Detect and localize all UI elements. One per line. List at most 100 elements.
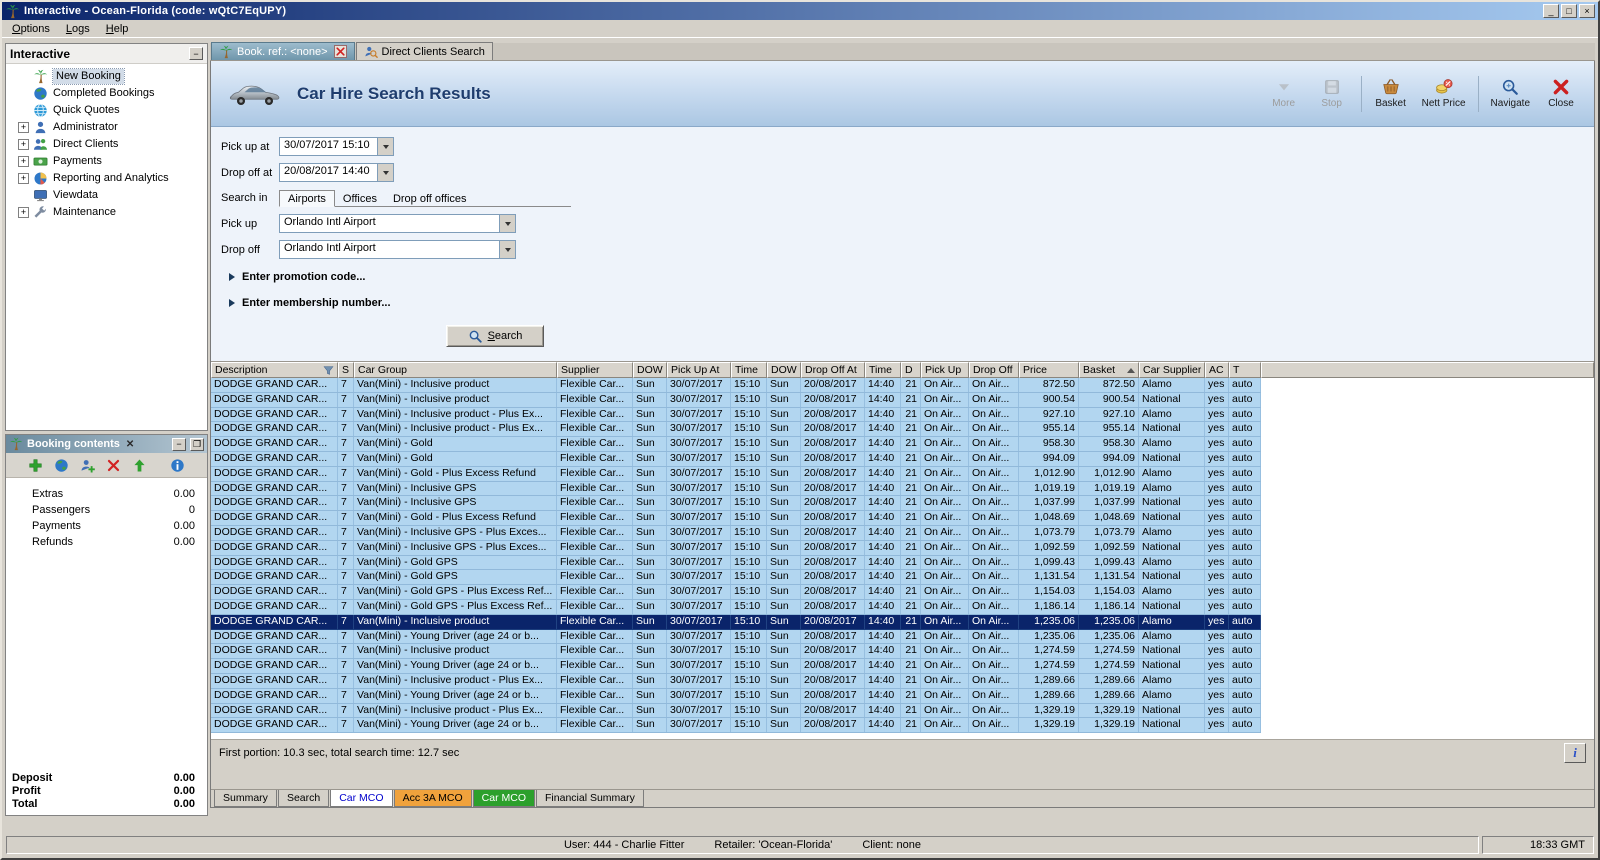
column-header-price[interactable]: Price — [1019, 362, 1079, 378]
sidebar-item-direct-clients[interactable]: + Direct Clients — [6, 136, 207, 153]
search-in-tab-offices[interactable]: Offices — [335, 191, 385, 206]
column-header-dow[interactable]: DOW — [633, 362, 667, 378]
table-row[interactable]: DODGE GRAND CAR... 7 Van(Mini) - Young Dri… — [211, 659, 1261, 674]
bottom-tab-car-mco[interactable]: Car MCO — [330, 790, 393, 807]
bottom-tab-summary[interactable]: Summary — [214, 790, 277, 807]
table-row[interactable]: DODGE GRAND CAR... 7 Van(Mini) - Inclusive… — [211, 703, 1261, 719]
collapse-panel-button[interactable]: − — [189, 47, 203, 60]
menu-item-help[interactable]: Help — [98, 21, 137, 37]
table-row[interactable]: DODGE GRAND CAR... 7 Van(Mini) - Young Dri… — [211, 629, 1261, 645]
dropoff-at-combo[interactable]: 20/08/2017 14:40 — [279, 163, 394, 182]
tab-close-icon[interactable] — [333, 45, 347, 58]
table-row[interactable]: DODGE GRAND CAR... 7 Van(Mini) - Inclusive… — [211, 525, 1261, 541]
expand-icon[interactable]: + — [18, 173, 29, 184]
table-row[interactable]: DODGE GRAND CAR... 7 Van(Mini) - Gold Flexi… — [211, 451, 1261, 467]
bottom-tab-search[interactable]: Search — [277, 790, 330, 807]
column-header-time[interactable]: Time — [731, 362, 767, 378]
navigate-button[interactable]: Navigate — [1489, 76, 1532, 111]
pickup-dropdown-button[interactable] — [499, 215, 515, 232]
column-header-car-supplier[interactable]: Car Supplier — [1139, 362, 1205, 378]
column-header-t[interactable]: T — [1229, 362, 1261, 378]
column-header-pick-up[interactable]: Pick Up — [921, 362, 969, 378]
pickup-combo[interactable]: Orlando Intl Airport — [279, 214, 516, 233]
expand-icon[interactable]: + — [18, 139, 29, 150]
table-row[interactable]: DODGE GRAND CAR... 7 Van(Mini) - Young Dri… — [211, 688, 1261, 704]
maximize-button[interactable]: □ — [1561, 4, 1577, 18]
menu-item-logs[interactable]: Logs — [58, 21, 98, 37]
filter-icon[interactable] — [323, 365, 334, 376]
pickup-at-combo[interactable]: 30/07/2017 15:10 — [279, 137, 394, 156]
sidebar-item-maintenance[interactable]: + Maintenance — [6, 204, 207, 221]
table-row[interactable]: DODGE GRAND CAR... 7 Van(Mini) - Inclusive… — [211, 378, 1261, 393]
search-in-tab-drop-off-offices[interactable]: Drop off offices — [385, 191, 475, 206]
sidebar-item-reporting-and-analytics[interactable]: + Reporting and Analytics — [6, 170, 207, 187]
tab-book-ref-none[interactable]: Book. ref.: <none> — [211, 42, 355, 60]
dropoff-dropdown-button[interactable] — [499, 241, 515, 258]
table-row[interactable]: DODGE GRAND CAR... 7 Van(Mini) - Gold - Pl… — [211, 511, 1261, 526]
stop-button[interactable]: Stop — [1313, 76, 1351, 111]
close-window-button[interactable]: × — [1579, 4, 1595, 18]
add-item-button[interactable] — [27, 456, 45, 474]
table-row[interactable]: DODGE GRAND CAR... 7 Van(Mini) - Inclusive… — [211, 614, 1261, 630]
table-row[interactable]: DODGE GRAND CAR... 7 Van(Mini) - Inclusive… — [211, 496, 1261, 512]
expand-icon[interactable]: + — [18, 122, 29, 133]
dropoff-combo[interactable]: Orlando Intl Airport — [279, 240, 516, 259]
column-header-d[interactable]: D — [901, 362, 921, 378]
expand-icon[interactable]: + — [18, 156, 29, 167]
dropoff-at-dropdown-button[interactable] — [377, 164, 393, 181]
column-header-drop-off-at[interactable]: Drop Off At — [801, 362, 865, 378]
pickup-at-dropdown-button[interactable] — [377, 138, 393, 155]
sidebar-item-quick-quotes[interactable]: Quick Quotes — [6, 102, 207, 119]
column-header-dow[interactable]: DOW — [767, 362, 801, 378]
nett-price-button[interactable]: Nett Price — [1420, 76, 1468, 111]
search-in-tab-airports[interactable]: Airports — [279, 190, 335, 207]
table-row[interactable]: DODGE GRAND CAR... 7 Van(Mini) - Gold - Pl… — [211, 466, 1261, 482]
move-up-button[interactable] — [131, 456, 149, 474]
add-passenger-button[interactable] — [79, 456, 97, 474]
table-row[interactable]: DODGE GRAND CAR... 7 Van(Mini) - Gold Flexi… — [211, 437, 1261, 452]
column-header-supplier[interactable]: Supplier — [557, 362, 633, 378]
quote-globe-button[interactable] — [53, 456, 71, 474]
table-row[interactable]: DODGE GRAND CAR... 7 Van(Mini) - Gold GPS … — [211, 599, 1261, 615]
sidebar-item-payments[interactable]: + Payments — [6, 153, 207, 170]
expand-icon[interactable]: + — [18, 207, 29, 218]
basket-button[interactable]: Basket — [1372, 76, 1410, 111]
column-header-ac[interactable]: AC — [1205, 362, 1229, 378]
column-header-car-group[interactable]: Car Group — [354, 362, 557, 378]
table-row[interactable]: DODGE GRAND CAR... 7 Van(Mini) - Inclusive… — [211, 673, 1261, 689]
table-row[interactable]: DODGE GRAND CAR... 7 Van(Mini) - Gold GPS … — [211, 585, 1261, 600]
tab-direct-clients-search[interactable]: Direct Clients Search — [355, 42, 493, 60]
column-header-basket[interactable]: Basket — [1079, 362, 1139, 378]
menu-item-options[interactable]: Options — [4, 21, 58, 37]
bottom-tab-car-mco[interactable]: Car MCO — [472, 790, 536, 807]
info-button[interactable] — [169, 456, 187, 474]
table-row[interactable]: DODGE GRAND CAR... 7 Van(Mini) - Gold GPS F… — [211, 570, 1261, 586]
info-button[interactable]: i — [1564, 742, 1586, 763]
table-row[interactable]: DODGE GRAND CAR... 7 Van(Mini) - Inclusive… — [211, 540, 1261, 556]
column-header-pick-up-at[interactable]: Pick Up At — [667, 362, 731, 378]
booking-restore-button[interactable]: ❐ — [190, 437, 204, 451]
table-row[interactable]: DODGE GRAND CAR... 7 Van(Mini) - Young Dri… — [211, 718, 1261, 734]
bottom-tab-acc-3a-mco[interactable]: Acc 3A MCO — [393, 790, 472, 807]
column-header-time[interactable]: Time — [865, 362, 901, 378]
column-header-drop-off[interactable]: Drop Off — [969, 362, 1019, 378]
table-row[interactable]: DODGE GRAND CAR... 7 Van(Mini) - Inclusive… — [211, 392, 1261, 408]
column-header-description[interactable]: Description — [211, 362, 338, 378]
table-row[interactable]: DODGE GRAND CAR... 7 Van(Mini) - Inclusive… — [211, 481, 1261, 497]
sidebar-item-viewdata[interactable]: Viewdata — [6, 187, 207, 204]
bottom-tab-financial-summary[interactable]: Financial Summary — [536, 790, 644, 807]
close-button[interactable]: Close — [1542, 76, 1580, 111]
booking-minimize-button[interactable]: − — [172, 437, 186, 451]
table-row[interactable]: DODGE GRAND CAR... 7 Van(Mini) - Inclusive… — [211, 422, 1261, 438]
membership-number-expander[interactable]: Enter membership number... — [229, 295, 1594, 311]
sidebar-item-new-booking[interactable]: New Booking — [6, 68, 207, 85]
sidebar-item-completed-bookings[interactable]: Completed Bookings — [6, 85, 207, 102]
delete-button[interactable] — [105, 456, 123, 474]
sidebar-item-administrator[interactable]: + Administrator — [6, 119, 207, 136]
booking-contents-close-icon[interactable]: ✕ — [124, 439, 136, 450]
promotion-code-expander[interactable]: Enter promotion code... — [229, 269, 1594, 285]
column-header-s[interactable]: S — [338, 362, 354, 378]
table-row[interactable]: DODGE GRAND CAR... 7 Van(Mini) - Inclusive… — [211, 407, 1261, 423]
search-button[interactable]: Search — [446, 325, 544, 347]
minimize-button[interactable]: _ — [1543, 4, 1559, 18]
